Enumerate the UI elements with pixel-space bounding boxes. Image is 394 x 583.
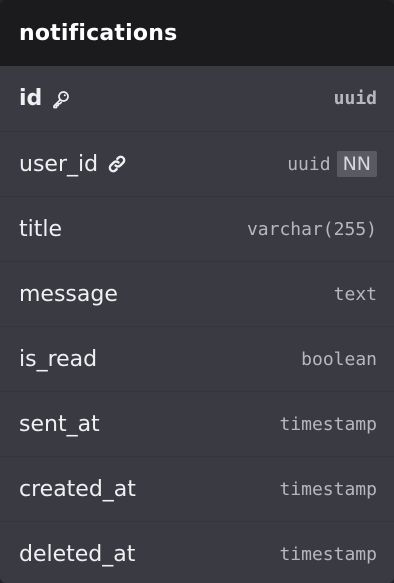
column-name: message — [19, 281, 118, 307]
column-type: timestamp — [279, 479, 377, 500]
table-node-notifications[interactable]: notifications id uuid user_id uuid NN ti… — [0, 0, 394, 583]
column-field: created_at — [19, 477, 136, 502]
link-icon — [107, 154, 127, 174]
column-name: sent_at — [19, 411, 100, 437]
column-field: message — [19, 282, 118, 307]
column-type-label: varchar(255) — [246, 218, 377, 240]
column-type: varchar(255) — [247, 219, 377, 240]
column-type: uuid NN — [287, 151, 377, 177]
table-header[interactable]: notifications — [0, 0, 394, 66]
column-row-sent-at[interactable]: sent_at timestamp — [0, 391, 394, 456]
column-field: sent_at — [19, 412, 100, 437]
not-null-badge: NN — [336, 151, 377, 177]
column-type-label: boolean — [301, 348, 377, 370]
column-row-title[interactable]: title varchar(255) — [0, 196, 394, 261]
column-type: timestamp — [279, 544, 377, 565]
column-name: created_at — [19, 476, 136, 502]
column-type: boolean — [301, 349, 377, 370]
column-row-created-at[interactable]: created_at timestamp — [0, 456, 394, 521]
table-title: notifications — [19, 20, 178, 46]
column-type: timestamp — [279, 414, 377, 435]
column-type-label: timestamp — [279, 543, 377, 565]
column-type-label: uuid — [333, 88, 377, 109]
column-field: title — [19, 217, 62, 242]
column-row-is-read[interactable]: is_read boolean — [0, 326, 394, 391]
column-field: is_read — [19, 347, 97, 372]
column-row-user-id[interactable]: user_id uuid NN — [0, 131, 394, 196]
column-row-deleted-at[interactable]: deleted_at timestamp — [0, 521, 394, 583]
column-name: user_id — [19, 151, 99, 177]
column-name: deleted_at — [19, 541, 136, 567]
column-type-label: uuid — [287, 153, 331, 175]
column-type: text — [334, 284, 377, 305]
column-name: title — [19, 216, 63, 242]
column-field: user_id — [19, 152, 127, 177]
column-field: deleted_at — [19, 542, 135, 567]
column-row-message[interactable]: message text — [0, 261, 394, 326]
column-field: id — [19, 86, 71, 111]
key-icon — [51, 89, 71, 109]
column-type-label: timestamp — [279, 478, 377, 500]
column-row-id[interactable]: id uuid — [0, 66, 394, 131]
column-type-label: timestamp — [279, 413, 377, 435]
column-name: id — [19, 86, 43, 111]
column-name: is_read — [19, 346, 98, 372]
column-type: uuid — [334, 88, 377, 109]
column-type-label: text — [333, 283, 377, 305]
